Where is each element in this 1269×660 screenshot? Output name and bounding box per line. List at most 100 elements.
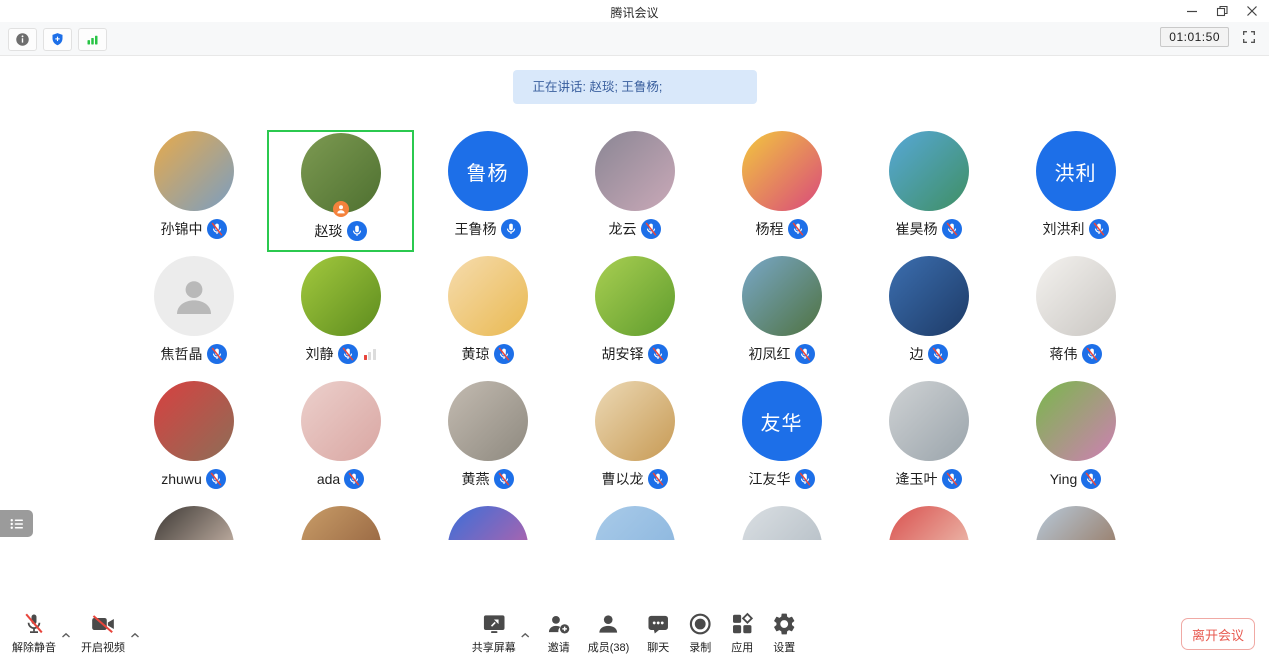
list-icon — [8, 515, 26, 533]
avatar-photo — [595, 381, 675, 461]
mic-muted-icon[interactable] — [494, 344, 514, 364]
participant-tile-partial[interactable] — [120, 505, 267, 540]
leave-meeting-button[interactable]: 离开会议 — [1181, 618, 1255, 650]
mic-muted-icon[interactable] — [942, 219, 962, 239]
avatar-photo — [154, 381, 234, 461]
speaking-banner: 正在讲话: 赵琰; 王鲁杨; — [513, 70, 757, 104]
participant-name: 蒋伟 — [1050, 344, 1078, 364]
video-options-chevron-icon[interactable] — [130, 632, 140, 639]
participant-tile-partial[interactable] — [267, 505, 414, 540]
participant-tile[interactable]: 黄琼 — [414, 255, 561, 377]
minimize-icon[interactable] — [1177, 0, 1207, 22]
mic-muted-icon[interactable] — [795, 469, 815, 489]
fullscreen-icon[interactable] — [1239, 27, 1259, 47]
restore-icon[interactable] — [1207, 0, 1237, 22]
record-button[interactable]: 录制 — [687, 611, 713, 655]
participant-tile[interactable]: 曹以龙 — [561, 380, 708, 502]
avatar-photo — [742, 506, 822, 540]
security-shield-icon[interactable] — [43, 28, 72, 51]
participant-name-row: 杨程 — [756, 219, 808, 239]
participant-name-row: 胡安铎 — [602, 344, 668, 364]
mic-muted-icon[interactable] — [344, 469, 364, 489]
participant-name: 孙锦中 — [161, 219, 203, 239]
participant-tile[interactable]: 初凤红 — [708, 255, 855, 377]
members-button[interactable]: 成员(38) — [588, 611, 630, 655]
participant-name: 赵琰 — [315, 221, 343, 241]
participant-tile[interactable]: 友华江友华 — [708, 380, 855, 502]
participant-tile[interactable]: 刘静 — [267, 255, 414, 377]
mic-muted-icon[interactable] — [207, 219, 227, 239]
participant-name: 王鲁杨 — [455, 219, 497, 239]
participant-name: 胡安铎 — [602, 344, 644, 364]
participant-name: zhuwu — [161, 471, 201, 487]
participant-tile-partial[interactable] — [708, 505, 855, 540]
avatar-photo — [154, 131, 234, 211]
member-list-toggle-button[interactable] — [0, 510, 33, 537]
participant-tile[interactable]: ada — [267, 380, 414, 502]
invite-button[interactable]: 邀请 — [546, 611, 572, 655]
network-signal-icon[interactable] — [78, 28, 107, 51]
participant-tile[interactable]: 胡安铎 — [561, 255, 708, 377]
mic-muted-icon[interactable] — [942, 469, 962, 489]
participant-tile-partial[interactable] — [855, 505, 1002, 540]
mic-muted-icon[interactable] — [648, 469, 668, 489]
avatar-photo — [889, 256, 969, 336]
participant-tile[interactable]: 焦哲晶 — [120, 255, 267, 377]
share-screen-icon — [481, 611, 507, 637]
participant-tile[interactable]: zhuwu — [120, 380, 267, 502]
participant-tile[interactable]: 鲁杨王鲁杨 — [414, 130, 561, 252]
avatar-photo — [301, 506, 381, 540]
mic-muted-icon[interactable] — [207, 344, 227, 364]
mic-muted-icon[interactable] — [648, 344, 668, 364]
participant-tile[interactable]: 龙云 — [561, 130, 708, 252]
participant-tile-partial[interactable] — [414, 505, 561, 540]
participants-grid: 孙锦中 赵琰 鲁杨王鲁杨 龙云 杨程 崔昊杨 洪利刘洪利 焦哲晶 刘静 黄琼 胡… — [120, 130, 1149, 540]
participant-tile[interactable]: 边 — [855, 255, 1002, 377]
mic-muted-icon[interactable] — [338, 344, 358, 364]
mic-on-icon[interactable] — [501, 219, 521, 239]
participant-tile-partial[interactable] — [561, 505, 708, 540]
mic-muted-icon[interactable] — [788, 219, 808, 239]
share-options-chevron-icon[interactable] — [520, 632, 530, 639]
participant-tile[interactable]: 洪利刘洪利 — [1002, 130, 1149, 252]
mic-muted-icon[interactable] — [206, 469, 226, 489]
settings-button[interactable]: 设置 — [771, 611, 797, 655]
participant-tile[interactable]: 黄燕 — [414, 380, 561, 502]
window-title: 腾讯会议 — [610, 4, 658, 21]
share-screen-button[interactable]: 共享屏幕 — [472, 611, 516, 655]
chat-button[interactable]: 聊天 — [645, 611, 671, 655]
avatar-photo — [1036, 256, 1116, 336]
participant-tile[interactable]: 逄玉叶 — [855, 380, 1002, 502]
participant-tile[interactable]: 蒋伟 — [1002, 255, 1149, 377]
mic-muted-icon[interactable] — [1089, 219, 1109, 239]
avatar-photo — [301, 256, 381, 336]
close-icon[interactable] — [1237, 0, 1267, 22]
audio-options-chevron-icon[interactable] — [61, 632, 71, 639]
settings-gear-icon — [771, 611, 797, 637]
participant-tile[interactable]: 赵琰 — [267, 130, 414, 252]
members-label: 成员(38) — [588, 639, 630, 655]
participant-tile[interactable]: Ying — [1002, 380, 1149, 502]
unmute-label: 解除静音 — [12, 639, 56, 655]
meeting-info-icon[interactable] — [8, 28, 37, 51]
mic-muted-icon[interactable] — [494, 469, 514, 489]
participant-name-row: Ying — [1050, 469, 1102, 489]
avatar-photo — [742, 256, 822, 336]
unmute-button[interactable]: 解除静音 — [12, 611, 56, 655]
start-video-button[interactable]: 开启视频 — [81, 611, 125, 655]
mic-muted-icon[interactable] — [928, 344, 948, 364]
mic-muted-icon[interactable] — [1081, 469, 1101, 489]
participant-name: 逄玉叶 — [896, 469, 938, 489]
mic-muted-icon[interactable] — [1082, 344, 1102, 364]
participant-tile[interactable]: 孙锦中 — [120, 130, 267, 252]
participant-tile[interactable]: 崔昊杨 — [855, 130, 1002, 252]
participant-name: 刘洪利 — [1043, 219, 1085, 239]
apps-button[interactable]: 应用 — [729, 611, 755, 655]
mic-on-icon[interactable] — [347, 221, 367, 241]
mic-muted-icon[interactable] — [795, 344, 815, 364]
avatar-photo — [889, 506, 969, 540]
participant-name-row: ada — [317, 469, 364, 489]
mic-muted-icon[interactable] — [641, 219, 661, 239]
participant-tile[interactable]: 杨程 — [708, 130, 855, 252]
participant-tile-partial[interactable] — [1002, 505, 1149, 540]
